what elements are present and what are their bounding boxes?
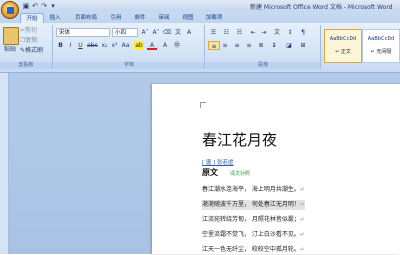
vertical-ruler [0, 73, 9, 254]
shrink-font-icon[interactable]: A˅ [151, 28, 161, 37]
style-normal-label: ↵ 正文 [335, 49, 351, 55]
align-left-icon[interactable]: ≡ [208, 41, 220, 50]
numbering-icon[interactable]: ☷ [221, 28, 232, 37]
font-group: 宋体 小四 A˄ A˅ ⌫ 文 A B I U abc x₂ x² Aa ab … [54, 25, 205, 69]
clear-format-icon[interactable]: ⌫ [162, 28, 172, 37]
margin-corner-mark [200, 102, 206, 108]
style-no-spacing[interactable]: AaBbCcDd ↵ 无间隔 [362, 29, 400, 63]
font-color-icon[interactable]: A [147, 41, 157, 50]
office-button[interactable] [1, 1, 19, 19]
poem-line: 空里流霜不觉飞， 汀上白沙看不见。↵ [202, 230, 305, 240]
bold-icon[interactable]: B [56, 41, 65, 50]
poem-line: 春江潮水连海平， 海上明月共潮生。↵ [202, 185, 305, 195]
clipboard-group-label: 剪贴板 [0, 62, 52, 69]
show-marks-icon[interactable]: ¶ [298, 28, 308, 37]
line-spacing-icon[interactable]: ↨ [269, 41, 279, 50]
undo-icon[interactable]: ↶ [31, 2, 39, 10]
tab-review[interactable]: 审阅 [154, 13, 174, 23]
chinese-layout-icon[interactable]: 文 [272, 28, 282, 37]
tab-insert[interactable]: 插入 [45, 13, 65, 23]
tab-add-ins[interactable]: 加载项 [202, 13, 226, 23]
strikethrough-icon[interactable]: abc [87, 41, 98, 50]
superscript-icon[interactable]: x² [110, 41, 119, 50]
font-size-select[interactable]: 小四 [112, 28, 138, 37]
redo-icon[interactable]: ↷ [40, 2, 48, 10]
justify-icon[interactable]: ≡ [244, 41, 254, 50]
poem-line-text: 春江潮水连海平， 海上明月共潮生。 [202, 186, 300, 193]
save-icon[interactable]: ▣ [22, 2, 30, 10]
enclose-char-icon[interactable]: ㊥ [172, 41, 182, 50]
poem-line: 滟滟随波千万里， 何处春江无月明！↵ [202, 200, 305, 210]
cut-button[interactable]: ✂剪切 [20, 26, 50, 35]
change-case-icon[interactable]: Aa [121, 41, 130, 50]
paragraph-mark-icon: ↵ [299, 246, 305, 253]
ribbon: 粘贴 ✂剪切 ❐复制 ✎格式刷 剪贴板 宋体 小四 A˄ A˅ ⌫ 文 A B … [0, 23, 400, 73]
paragraph-group: ☰ ☷ ☵ ⇤ ⇥ 文 ↕ ¶ ≡ ≡ ≡ ≡ ≣ ↨ ◪ ⊞ 段落 [206, 25, 321, 69]
paste-button[interactable]: 粘贴 [0, 45, 20, 54]
subscript-icon[interactable]: x₂ [100, 41, 109, 50]
poem-line-text: 滟滟随波千万里， 何处春江无月明！ [202, 201, 300, 208]
italic-icon[interactable]: I [66, 41, 75, 50]
borders-icon[interactable]: ⊞ [298, 41, 308, 50]
poem-line-text: 空里流霜不觉飞， 汀上白沙看不见。 [202, 231, 300, 238]
tab-mailings[interactable]: 邮件 [130, 13, 150, 23]
style-no-spacing-sample: AaBbCcDd [367, 36, 395, 42]
tab-references[interactable]: 引用 [106, 13, 126, 23]
poem-line-text: 江天一色无纤尘， 皎皎空中孤月轮。 [202, 246, 300, 253]
style-normal-sample: AaBbCcDd [329, 36, 357, 42]
grow-font-icon[interactable]: A˄ [140, 28, 150, 37]
paragraph-mark-icon: ↵ [299, 201, 305, 208]
style-normal[interactable]: AaBbCcDd ↵ 正文 [324, 29, 362, 63]
highlight-color-icon[interactable]: ab [134, 41, 144, 50]
char-border-icon[interactable]: A [184, 28, 194, 37]
font-group-label: 字体 [54, 62, 204, 69]
paragraph-mark-icon: ↵ [299, 231, 305, 238]
format-painter-button[interactable]: ✎格式刷 [20, 46, 50, 55]
window-title: 新建 Microsoft Office Word 文档 - Microsoft … [250, 4, 393, 11]
decrease-indent-icon[interactable]: ⇤ [248, 28, 258, 37]
format-painter-label: 格式刷 [25, 47, 44, 54]
poem-title: 春江花月夜 [202, 131, 278, 149]
poem-line: 江流宛转绕芳甸， 月照花林皆似霰；↵ [202, 215, 305, 225]
paste-icon[interactable] [3, 27, 19, 45]
bullets-icon[interactable]: ☰ [208, 28, 219, 37]
increase-indent-icon[interactable]: ⇥ [259, 28, 269, 37]
distributed-icon[interactable]: ≣ [256, 41, 266, 50]
clipboard-group: 粘贴 ✂剪切 ❐复制 ✎格式刷 剪贴板 [0, 25, 53, 69]
word-logo-icon [6, 6, 14, 14]
section-heading: 原文 [202, 168, 218, 177]
title-bar: ▣ ↶ ↷ ▾ 新建 Microsoft Office Word 文档 - Mi… [0, 0, 400, 19]
customize-toolbar-icon[interactable]: ▾ [49, 2, 57, 10]
font-family-select[interactable]: 宋体 [56, 28, 110, 37]
paragraph-group-label: 段落 [206, 62, 320, 69]
copy-label: 复制 [25, 37, 38, 44]
sort-icon[interactable]: ↕ [285, 28, 295, 37]
ribbon-tabs: 开始 插入 页面布局 引用 邮件 审阅 视图 加载项 [0, 12, 400, 24]
phonetic-guide-icon[interactable]: 文 [173, 28, 183, 37]
align-right-icon[interactable]: ≡ [232, 41, 242, 50]
copy-button[interactable]: ❐复制 [20, 36, 50, 45]
translation-link[interactable]: 译文对照 [230, 170, 250, 177]
tab-page-layout[interactable]: 页面布局 [70, 13, 102, 23]
multilevel-list-icon[interactable]: ☵ [234, 28, 245, 37]
shading-icon[interactable]: ◪ [284, 41, 294, 50]
tab-view[interactable]: 视图 [178, 13, 198, 23]
poem-line-text: 江流宛转绕芳甸， 月照花林皆似霰； [202, 216, 300, 223]
document-workspace: 春江花月夜 [ 唐 ] 张若虚 原文 译文对照 春江潮水连海平， 海上明月共潮生… [0, 73, 400, 254]
char-shading-icon[interactable]: A [160, 41, 170, 50]
align-center-icon[interactable]: ≡ [220, 41, 230, 50]
style-no-spacing-label: ↵ 无间隔 [370, 49, 392, 55]
paragraph-mark-icon: ↵ [299, 186, 305, 193]
paragraph-mark-icon: ↵ [299, 216, 305, 223]
underline-icon[interactable]: U [76, 41, 85, 50]
poem-author[interactable]: [ 唐 ] 张若虚 [202, 158, 234, 166]
cut-label: 剪切 [25, 27, 38, 34]
document-page[interactable]: 春江花月夜 [ 唐 ] 张若虚 原文 译文对照 春江潮水连海平， 海上明月共潮生… [152, 84, 400, 254]
styles-group: AaBbCcDd ↵ 正文 AaBbCcDd ↵ 无间隔 [322, 25, 400, 69]
